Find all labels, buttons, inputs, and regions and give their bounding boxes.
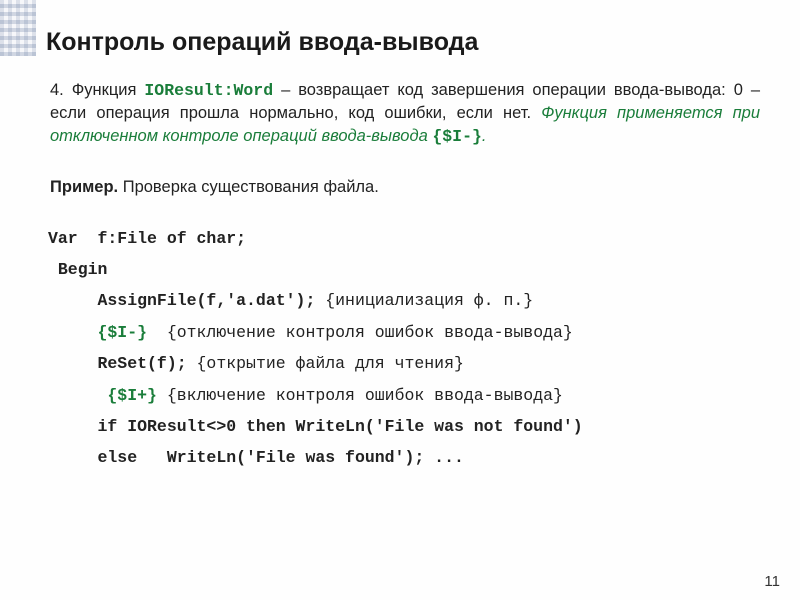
code-block: Var f:File of char; Begin AssignFile(f,'… <box>46 223 760 474</box>
code-reset: ReSet(f); <box>48 354 197 373</box>
code-line-var: Var f:File of char; <box>48 223 760 254</box>
code-assign: AssignFile(f,'a.dat'); <box>48 291 325 310</box>
code-line-if: if IOResult<>0 then WriteLn('File was no… <box>48 411 760 442</box>
body-paragraph: 4. Функция IOResult:Word – возвращает ко… <box>46 79 760 148</box>
example-line: Пример. Проверка существования файла. <box>46 178 760 197</box>
code-line-ion: {$I+} {включение контроля ошибок ввода-в… <box>48 380 760 411</box>
code-comment-on: {включение контроля ошибок ввода-вывода} <box>167 386 563 405</box>
example-label: Пример. <box>50 178 118 196</box>
directive-on-code: {$I+} <box>48 386 167 405</box>
page-number: 11 <box>764 573 780 590</box>
code-line-ioff: {$I-} {отключение контроля ошибок ввода-… <box>48 317 760 348</box>
code-comment-init: {инициализация ф. п.} <box>325 291 533 310</box>
code-comment-open: {открытие файла для чтения} <box>197 354 464 373</box>
code-line-assign: AssignFile(f,'a.dat'); {инициализация ф.… <box>48 285 760 316</box>
directive-off-code: {$I-} <box>48 323 167 342</box>
code-comment-off: {отключение контроля ошибок ввода-вывода… <box>167 323 573 342</box>
code-line-reset: ReSet(f); {открытие файла для чтения} <box>48 348 760 379</box>
example-text: Проверка существования файла. <box>118 178 379 196</box>
directive-off: {$I-} <box>432 127 482 146</box>
para-tail: . <box>482 127 487 145</box>
slide-title: Контроль операций ввода-вывода <box>46 28 760 57</box>
code-line-else: else WriteLn('File was found'); ... <box>48 442 760 473</box>
para-lead: 4. Функция <box>50 81 144 99</box>
func-name: IOResult:Word <box>144 81 273 100</box>
code-line-begin: Begin <box>48 254 760 285</box>
decorative-corner <box>0 0 36 56</box>
slide-content: Контроль операций ввода-вывода 4. Функци… <box>0 0 800 474</box>
